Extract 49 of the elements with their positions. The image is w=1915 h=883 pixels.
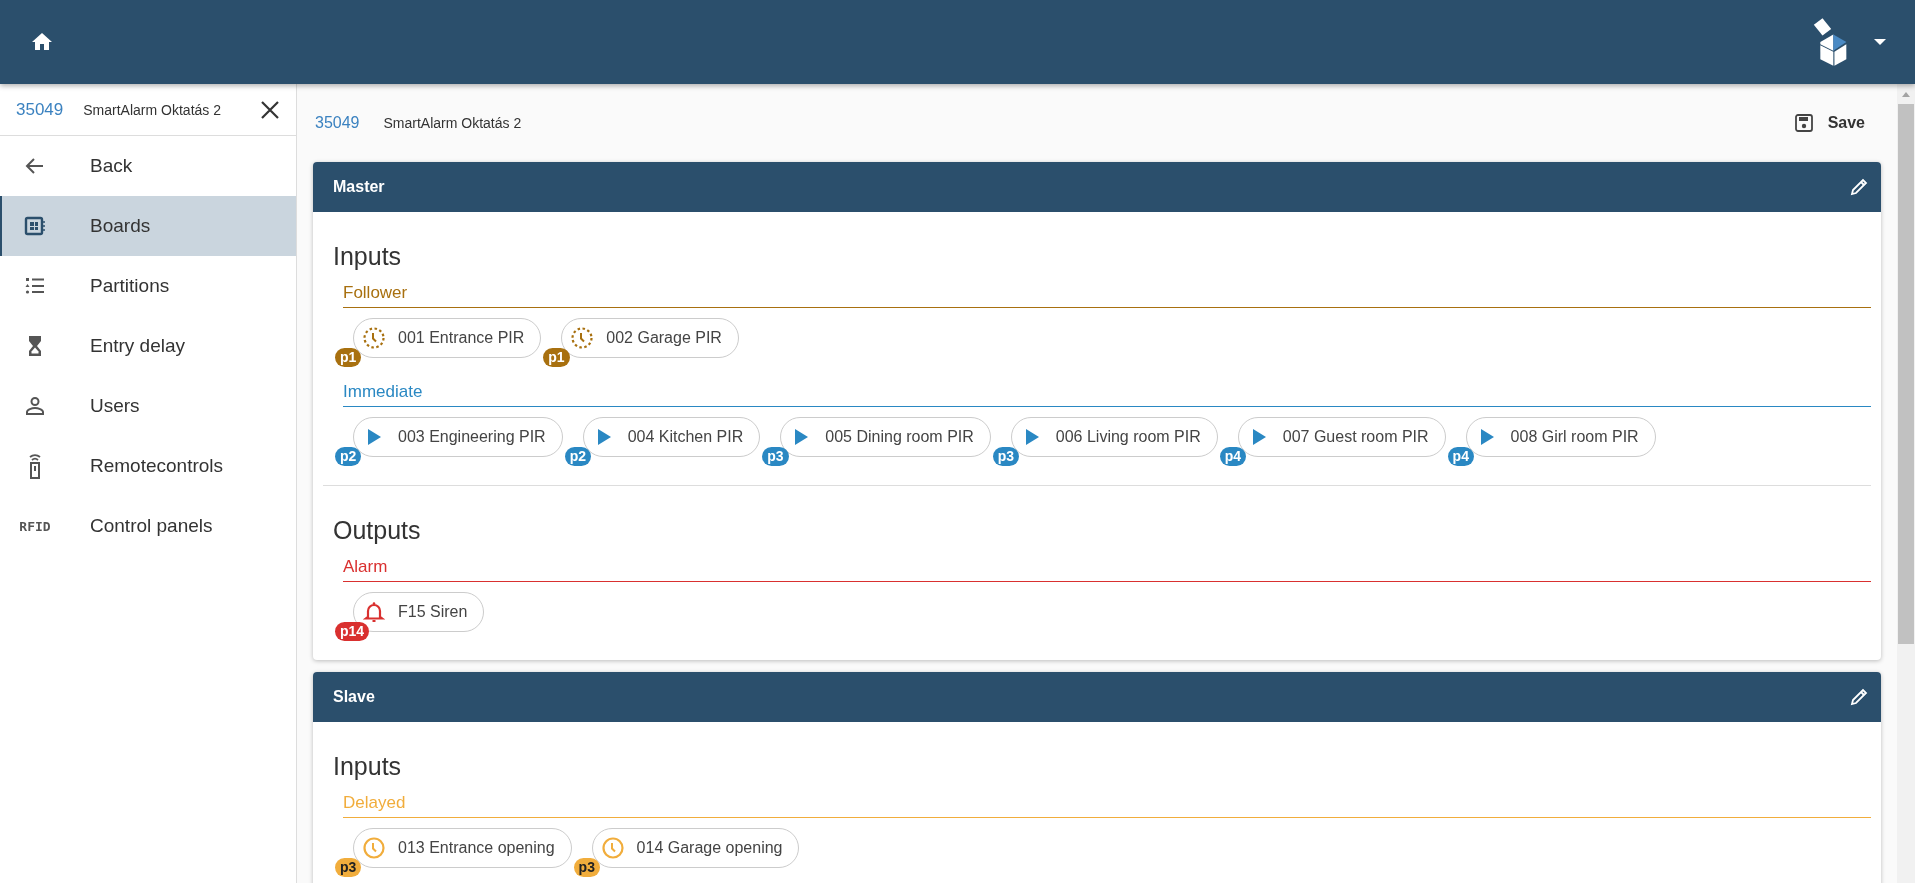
clock-icon <box>362 326 386 350</box>
section-title: Inputs <box>333 752 403 781</box>
caret-icon[interactable] <box>1873 37 1887 47</box>
partition-badge: p4 <box>1219 447 1247 466</box>
card-title: Master <box>333 178 385 196</box>
partition-badge: p3 <box>992 447 1020 466</box>
clock-icon <box>362 836 386 860</box>
account-id: 35049 <box>16 99 64 120</box>
board-name: SmartAlarm Oktatás 2 <box>383 115 522 131</box>
board-id: 35049 <box>315 114 360 132</box>
card-title: Slave <box>333 688 375 706</box>
clock-icon <box>600 836 625 860</box>
edit-icon[interactable] <box>1849 177 1869 197</box>
edit-icon[interactable] <box>1849 687 1869 707</box>
bell-icon <box>362 600 386 624</box>
partition-badge: p1 <box>335 348 362 367</box>
rfid-icon: RFID <box>19 518 51 534</box>
zone-chip[interactable]: 001 Entrance PIR <box>353 318 542 358</box>
nav-item[interactable]: Boards <box>0 196 296 256</box>
save-button[interactable]: Save <box>1787 107 1871 139</box>
partition-badge: p1 <box>543 348 570 367</box>
section-title: Outputs <box>333 516 422 545</box>
scrollbar[interactable] <box>1897 84 1915 883</box>
clock-icon <box>570 326 595 350</box>
user-icon <box>23 394 47 418</box>
group-label: Alarm <box>343 557 1871 582</box>
partition-badge: p2 <box>564 447 591 466</box>
partition-badge: p3 <box>573 858 600 877</box>
nav-item[interactable]: Partitions <box>0 256 296 316</box>
board-icon <box>23 214 47 238</box>
nav-item[interactable]: Entry delay <box>0 316 296 376</box>
nav-item[interactable]: Users <box>0 376 296 436</box>
partition-badge: p3 <box>335 858 362 877</box>
close-icon[interactable] <box>260 99 280 120</box>
account-name: SmartAlarm Oktatás 2 <box>83 101 222 118</box>
group-label: Immediate <box>343 382 1871 407</box>
zone-chip[interactable]: 002 Garage PIR <box>561 318 739 358</box>
partition-badge: p14 <box>335 622 370 641</box>
nav-item[interactable]: Remotecontrols <box>0 436 296 496</box>
group-label: Follower <box>343 283 1871 308</box>
partition-badge: p4 <box>1447 447 1474 466</box>
scrollbar-thumb[interactable] <box>1898 104 1914 644</box>
nav-item[interactable]: Back <box>0 136 296 196</box>
nav-item[interactable]: RFID Control panels <box>0 496 296 556</box>
partition-badge: p2 <box>335 447 362 466</box>
group-label: Delayed <box>343 793 1871 818</box>
save-icon <box>1793 113 1814 133</box>
section-title: Inputs <box>333 242 403 271</box>
partition-badge: p3 <box>762 447 789 466</box>
